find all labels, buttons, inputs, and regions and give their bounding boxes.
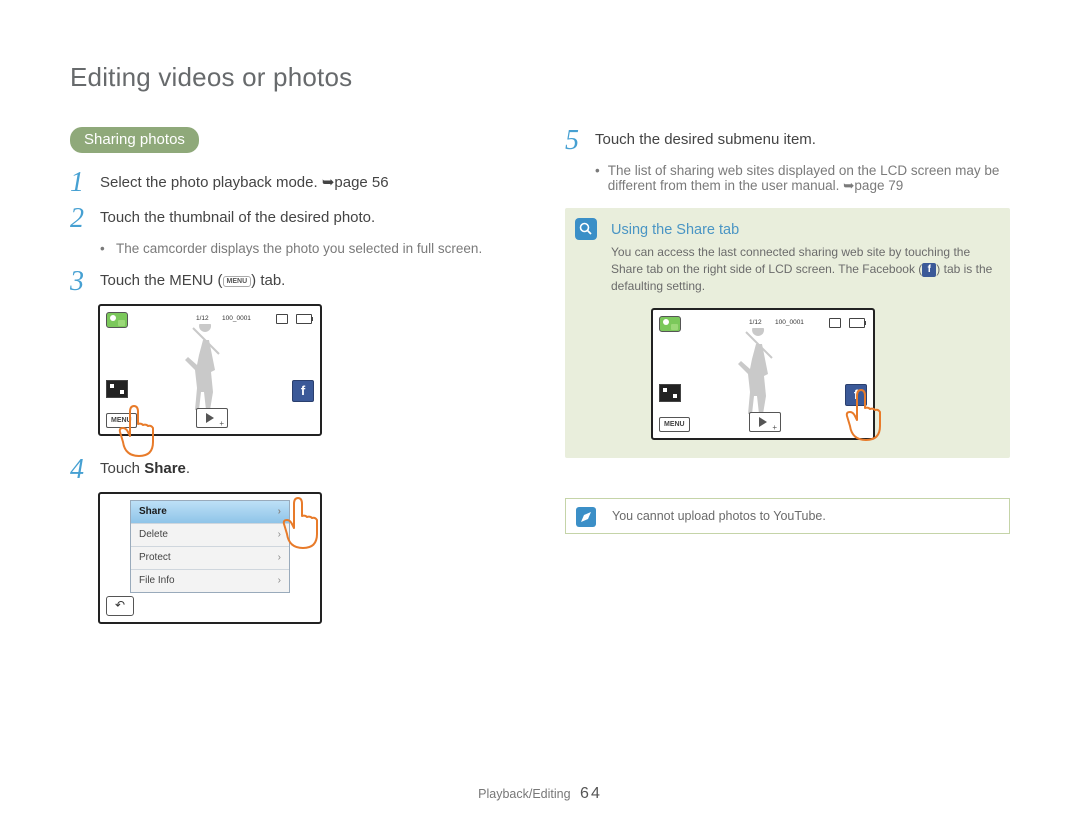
footer-section: Playback/Editing [478,787,570,801]
photo-mode-icon [659,316,681,332]
info-title: Using the Share tab [611,222,994,238]
right-column: 5 Touch the desired submenu item. • The … [565,127,1010,644]
step-number: 5 [565,127,583,155]
step-2: 2 Touch the thumbnail of the desired pho… [70,205,515,233]
step-3: 3 Touch the MENU (MENU) tab. [70,268,515,296]
back-button[interactable]: ↶ [106,596,134,616]
bullet-text: The list of sharing web sites displayed … [608,163,1010,194]
menu-item-label: Delete [139,524,168,546]
battery-icon [849,318,865,328]
menu-item-label: File Info [139,570,175,592]
page-ref-icon: ➥ [322,174,335,191]
photo-silhouette [738,328,788,418]
card-icon [276,314,288,324]
slideshow-button[interactable] [196,408,228,428]
note-box: You cannot upload photos to YouTube. [565,498,1010,534]
footer-page-number: 64 [580,785,602,802]
step-text: Touch the MENU (MENU) tab. [100,272,285,289]
photo-silhouette [185,324,235,414]
bullet-icon: • [595,163,600,194]
menu-item-delete[interactable]: Delete› [131,524,289,547]
step-text: Touch the thumbnail of the desired photo… [100,209,375,226]
info-box-share-tab: Using the Share tab You can access the l… [565,208,1010,458]
section-pill: Sharing photos [70,127,199,153]
manual-page: Editing videos or photos Sharing photos … [0,0,1080,644]
photo-mode-icon [106,312,128,328]
step-5: 5 Touch the desired submenu item. [565,127,1010,155]
step-text: Select the photo playback mode. ➥page 56 [100,174,389,191]
step-text: Touch the desired submenu item. [595,131,816,148]
photo-count: 1/12 [196,315,209,322]
magnifier-icon [575,218,597,240]
step-number: 3 [70,268,88,296]
bullet-text: The camcorder displays the photo you sel… [116,241,482,256]
note-icon [576,507,596,527]
menu-button[interactable]: MENU [659,417,690,432]
menu-list: Share› Delete› Protect› File Info › [130,500,290,593]
info-body: You can access the last connected sharin… [611,244,994,294]
menu-item-share[interactable]: Share› [131,501,289,524]
step-1: 1 Select the photo playback mode. ➥page … [70,169,515,197]
thumbnail-view-button[interactable] [659,384,681,402]
touch-hand-icon [116,404,164,464]
page-title: Editing videos or photos [70,62,1010,93]
lcd-screen: 1/12 100_0001 f MENU [651,308,875,440]
slideshow-button[interactable] [749,412,781,432]
page-ref-icon: ➥ [843,178,854,193]
step-number: 2 [70,205,88,233]
chevron-right-icon: › [278,570,281,592]
menu-item-label: Share [139,501,167,523]
battery-icon [296,314,312,324]
thumbnail-view-button[interactable] [106,380,128,398]
page-footer: Playback/Editing 64 [0,785,1080,803]
menu-item-label: Protect [139,547,171,569]
left-column: Sharing photos 1 Select the photo playba… [70,127,515,644]
two-column-layout: Sharing photos 1 Select the photo playba… [70,127,1010,644]
step-number: 1 [70,169,88,197]
step-number: 4 [70,456,88,484]
menu-button-inline: MENU [223,276,252,287]
file-name: 100_0001 [222,315,251,322]
step-5-bullet: • The list of sharing web sites displaye… [595,163,1010,194]
card-icon [829,318,841,328]
touch-hand-icon [280,496,328,556]
note-text: You cannot upload photos to YouTube. [612,509,826,523]
menu-item-protect[interactable]: Protect› [131,547,289,570]
bullet-icon: • [100,241,108,256]
lcd-figure-menu: 1/12 100_0001 f MENU [98,304,338,436]
touch-hand-icon [843,388,891,448]
menu-item-file-info[interactable]: File Info › [131,570,289,592]
photo-count: 1/12 [749,319,762,326]
facebook-icon: f [922,263,936,277]
facebook-tab[interactable]: f [292,380,314,402]
lcd-figure-share-menu: Share› Delete› Protect› File Info › ↶ [98,492,338,624]
file-name: 100_0001 [775,319,804,326]
step-2-bullet: • The camcorder displays the photo you s… [100,241,515,256]
